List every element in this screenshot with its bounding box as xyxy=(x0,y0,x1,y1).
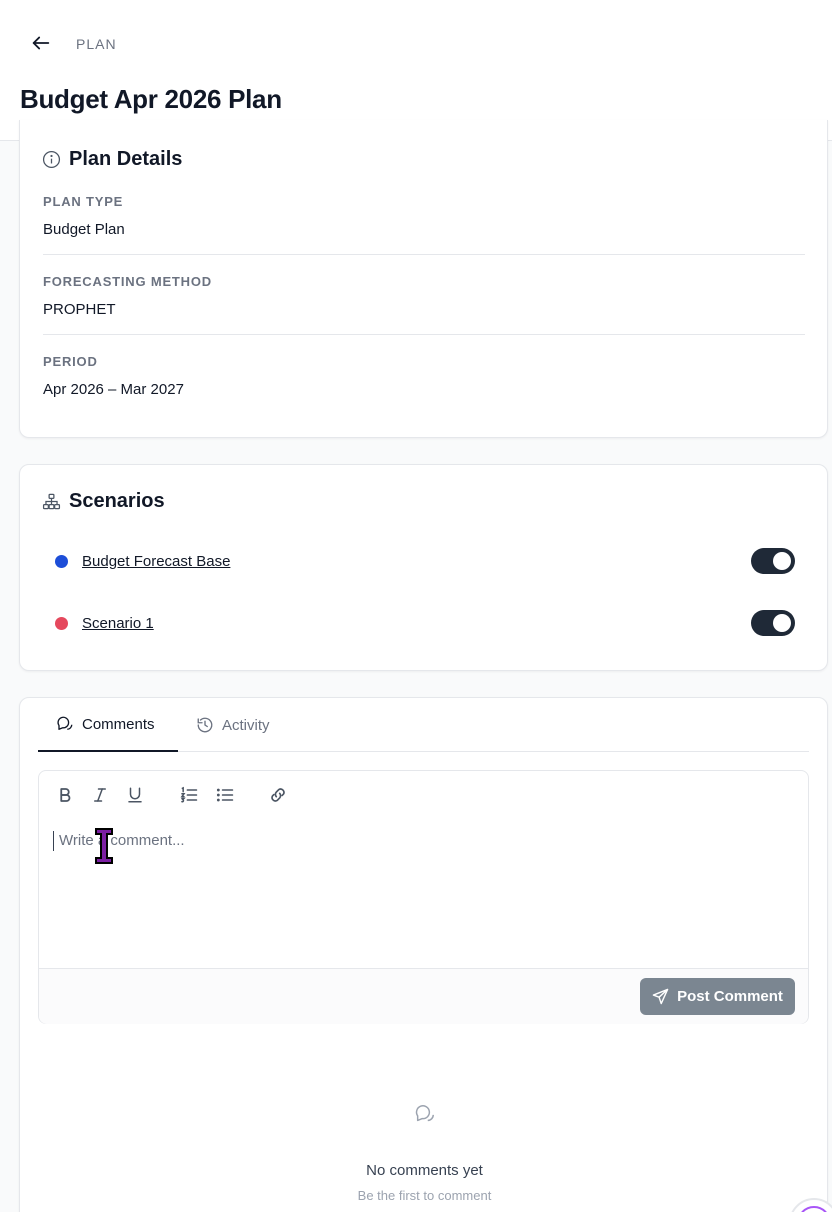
plan-details-title: Plan Details xyxy=(69,148,183,170)
editor-footer: Post Comment xyxy=(39,968,808,1024)
chat-bubbles-icon xyxy=(57,716,73,730)
comment-editor: Write a comment... Post Comment xyxy=(38,770,809,1024)
tab-activity[interactable]: Activity xyxy=(196,698,270,752)
post-comment-button[interactable]: Post Comment xyxy=(640,978,795,1015)
underline-icon xyxy=(128,787,142,803)
field-label: FORECASTING METHOD xyxy=(43,274,212,289)
page-title: Budget Apr 2026 Plan xyxy=(20,84,282,114)
tab-label: Activity xyxy=(222,716,270,734)
scenario-toggle[interactable] xyxy=(751,548,795,574)
scenarios-card: Scenarios Budget Forecast Base Scenario … xyxy=(19,464,828,671)
divider xyxy=(43,254,805,255)
plan-details-heading: Plan Details xyxy=(42,148,182,171)
field-value: Budget Plan xyxy=(43,221,125,238)
empty-state-title: No comments yet xyxy=(366,1162,483,1179)
tab-bar: Comments Activity xyxy=(38,698,809,752)
tab-label: Comments xyxy=(82,715,155,733)
scenario-link[interactable]: Scenario 1 xyxy=(82,615,154,632)
comments-card: Comments Activity Write a comment... Pos… xyxy=(19,697,828,1212)
breadcrumb: PLAN xyxy=(76,36,117,52)
comment-input[interactable]: Write a comment... xyxy=(53,831,185,851)
divider xyxy=(43,334,805,335)
link-icon xyxy=(271,788,285,802)
bold-button[interactable] xyxy=(53,783,77,807)
bold-icon xyxy=(60,788,71,802)
scenario-item: Budget Forecast Base xyxy=(55,546,795,576)
italic-icon xyxy=(94,788,106,802)
editor-toolbar xyxy=(39,771,808,817)
empty-state-subtitle: Be the first to comment xyxy=(357,1188,492,1203)
text-cursor-icon xyxy=(95,828,113,864)
empty-state-icon-wrap xyxy=(20,1103,829,1125)
scenarios-heading: Scenarios xyxy=(42,490,165,513)
info-icon xyxy=(42,150,61,169)
field-label: PERIOD xyxy=(43,354,98,369)
send-icon xyxy=(652,988,669,1005)
underline-button[interactable] xyxy=(123,783,147,807)
italic-button[interactable] xyxy=(88,783,112,807)
plan-details-card: Plan Details PLAN TYPE Budget Plan FOREC… xyxy=(19,120,828,438)
tab-comments[interactable]: Comments xyxy=(38,698,178,752)
assistant-icon xyxy=(797,1206,831,1212)
field-period: PERIOD Apr 2026 – Mar 2027 xyxy=(43,354,805,398)
field-value: PROPHET xyxy=(43,301,116,318)
field-plan-type: PLAN TYPE Budget Plan xyxy=(43,194,805,238)
field-label: PLAN TYPE xyxy=(43,194,124,209)
hierarchy-icon xyxy=(42,493,61,510)
bullet-list-button[interactable] xyxy=(213,783,237,807)
scenario-toggle[interactable] xyxy=(751,610,795,636)
back-button[interactable] xyxy=(28,30,54,56)
scenarios-title: Scenarios xyxy=(69,490,165,512)
ordered-list-button[interactable] xyxy=(177,783,201,807)
toggle-knob xyxy=(773,552,791,570)
arrow-left-icon xyxy=(32,36,50,50)
chat-bubbles-icon xyxy=(415,1105,434,1122)
link-button[interactable] xyxy=(266,783,290,807)
scenario-color-dot xyxy=(55,554,68,568)
scenario-color-dot xyxy=(55,616,68,630)
post-comment-label: Post Comment xyxy=(677,988,783,1005)
scenario-link[interactable]: Budget Forecast Base xyxy=(82,553,230,570)
history-icon xyxy=(197,717,213,733)
scenario-item: Scenario 1 xyxy=(55,608,795,638)
bullet-list-icon xyxy=(216,788,234,802)
field-forecasting-method: FORECASTING METHOD PROPHET xyxy=(43,274,805,318)
ordered-list-icon xyxy=(180,786,198,803)
toggle-knob xyxy=(773,614,791,632)
field-value: Apr 2026 – Mar 2027 xyxy=(43,381,184,398)
